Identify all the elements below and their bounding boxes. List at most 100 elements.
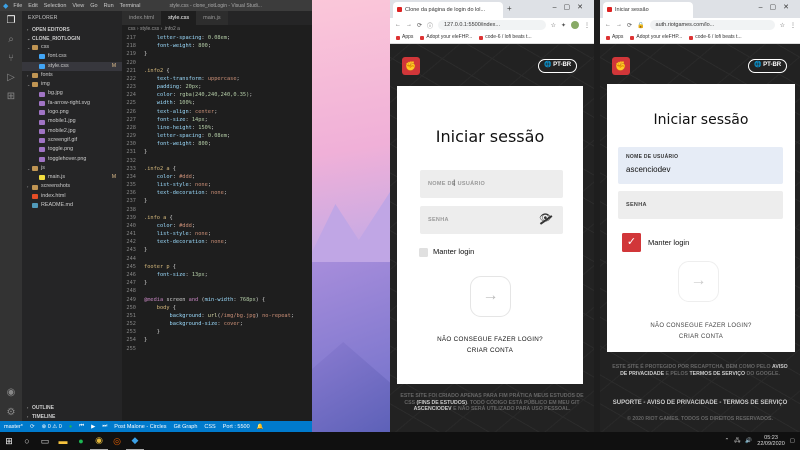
menu-icon[interactable]: ⋮ [584, 22, 594, 29]
back-icon[interactable]: ← [395, 22, 401, 28]
bookmark-item[interactable]: code-6 / lofi beats t... [479, 32, 532, 43]
notifications-icon[interactable]: 🔔 [257, 424, 264, 430]
menu-file[interactable]: File [13, 3, 22, 9]
git-branch[interactable]: master* [4, 424, 23, 430]
language-button[interactable]: 🌐 PT-BR [748, 59, 788, 73]
outline-section[interactable]: › OUTLINE [22, 403, 122, 412]
create-account-link[interactable]: CRIAR CONTA [397, 347, 583, 354]
bookmark-item[interactable]: Apps [606, 32, 623, 43]
menu-terminal[interactable]: Terminal [120, 3, 141, 9]
create-account-link[interactable]: CRIAR CONTA [607, 334, 795, 340]
search-icon[interactable]: ⌕ [0, 30, 22, 49]
tree-item[interactable]: › screenshots [22, 182, 122, 191]
tree-item[interactable]: ⌄ css [22, 43, 122, 52]
next-track-icon[interactable]: ⏭ [102, 423, 107, 430]
tree-item[interactable]: fa-arrow-right.svg [22, 99, 122, 108]
menu-selection[interactable]: Selection [44, 3, 67, 9]
firefox-icon[interactable]: ◎ [108, 432, 126, 450]
bookmark-item[interactable]: code-6 / lofi beats t... [689, 32, 742, 43]
tree-item[interactable]: › fonts [22, 71, 122, 80]
submit-button[interactable]: → [678, 261, 719, 302]
timeline-section[interactable]: › TIMELINE [22, 412, 122, 421]
code-area[interactable]: 217 letter-spacing: 0.08em; 218 font-weig… [122, 34, 312, 353]
username-input[interactable]: NOME DE USUÁRIO [420, 170, 563, 198]
tree-item[interactable]: font.css [22, 52, 122, 61]
language-mode[interactable]: CSS [204, 424, 215, 430]
tray-chevron-icon[interactable]: ⌃ [725, 438, 730, 444]
menu-edit[interactable]: Edit [28, 3, 37, 9]
source-control-icon[interactable]: ⑂ [0, 49, 22, 68]
editor-tab[interactable]: index.html [122, 11, 162, 25]
explorer-icon[interactable]: ❐ [0, 11, 22, 30]
tree-item[interactable]: README.md [22, 201, 122, 210]
bookmark-item[interactable]: Apps [396, 32, 413, 43]
language-button[interactable]: 🌐 PT-BR [538, 59, 578, 73]
remember-checkbox[interactable] [419, 248, 428, 257]
debug-icon[interactable]: ▷ [0, 68, 22, 87]
network-icon[interactable]: 🖧 [734, 437, 740, 446]
new-tab-icon[interactable]: + [507, 4, 512, 13]
volume-icon[interactable]: 🔊 [745, 438, 752, 444]
editor-tab[interactable]: main.js [196, 11, 228, 25]
prev-track-icon[interactable]: ⏮ [79, 423, 84, 430]
file-explorer-icon[interactable]: ▬ [54, 432, 72, 450]
settings-gear-icon[interactable]: ⚙ [0, 403, 22, 422]
tree-item[interactable]: index.html [22, 192, 122, 201]
tree-item[interactable]: toggle.png [22, 145, 122, 154]
profile-avatar[interactable] [571, 21, 579, 29]
menu-run[interactable]: Run [104, 3, 114, 9]
vscode-icon[interactable]: ◆ [126, 432, 144, 450]
menu-icon[interactable]: ⋮ [790, 22, 800, 29]
url-input[interactable]: 127.0.0.1:5500/index... [438, 20, 546, 30]
forgot-login-link[interactable]: NÃO CONSEGUE FAZER LOGIN? [607, 323, 795, 329]
tree-item[interactable]: style.css M [22, 61, 122, 71]
window-controls[interactable]: –▢✕ [759, 3, 796, 11]
tree-item[interactable]: ⌄ js [22, 164, 122, 173]
star-icon[interactable]: ☆ [780, 22, 785, 29]
spotify-icon[interactable]: ● [69, 424, 72, 430]
tree-item[interactable]: ⌄ img [22, 80, 122, 89]
spotify-icon[interactable]: ● [72, 432, 90, 450]
tree-item[interactable]: mobile1.jpg [22, 117, 122, 126]
notification-center-icon[interactable]: ▢ [790, 438, 795, 444]
tree-item[interactable]: mobile2.jpg [22, 127, 122, 136]
riot-logo-icon[interactable]: ✊ [612, 57, 630, 75]
forward-icon[interactable]: → [406, 22, 412, 28]
open-editors-section[interactable]: › OPEN EDITORS [22, 25, 122, 34]
footer-links[interactable]: SUPORTE - AVISO DE PRIVACIDADE - TERMOS … [600, 400, 800, 407]
menu-view[interactable]: View [72, 3, 84, 9]
error-count[interactable]: ⊗ 0 ⚠ 0 [42, 424, 62, 430]
extensions-icon[interactable]: ⊞ [0, 87, 22, 106]
bookmark-item[interactable]: Adopt your eleFHP... [420, 32, 472, 43]
url-input[interactable]: auth.riotgames.com/lo... [649, 20, 775, 30]
reload-icon[interactable]: ⟳ [627, 22, 632, 29]
chrome-icon[interactable]: ◉ [90, 432, 108, 450]
browser-tab[interactable]: Clone da página de login do lol... [393, 2, 503, 18]
forgot-login-link[interactable]: NÃO CONSEGUE FAZER LOGIN? [397, 336, 583, 343]
submit-button[interactable]: → [470, 276, 511, 317]
window-controls[interactable]: –▢✕ [553, 3, 590, 11]
tree-item[interactable]: bg.jpg [22, 89, 122, 98]
bookmark-item[interactable]: Adopt your eleFHP... [630, 32, 682, 43]
code-editor[interactable]: index.html style.css main.js css › style.c… [122, 11, 312, 421]
terms-link[interactable]: TERMOS DE SERVIÇO [689, 371, 745, 377]
git-graph[interactable]: Git Graph [174, 424, 198, 430]
riot-logo-icon[interactable]: ✊ [402, 57, 420, 75]
play-icon[interactable]: ▶ [91, 424, 95, 430]
reload-icon[interactable]: ⟳ [417, 22, 422, 29]
task-view-icon[interactable]: ▭ [36, 432, 54, 450]
tree-item[interactable]: togglehover.png [22, 155, 122, 164]
search-icon[interactable]: ○ [18, 432, 36, 450]
tree-item[interactable]: main.js M [22, 173, 122, 182]
sync-icon[interactable]: ⟳ [30, 424, 35, 430]
star-icon[interactable]: ☆ [551, 22, 556, 29]
tree-item[interactable]: logo.png [22, 108, 122, 117]
editor-tab[interactable]: style.css [161, 11, 197, 25]
clock[interactable]: 05:23 22/09/2020 [757, 435, 785, 447]
now-playing[interactable]: Post Malone - Circles [114, 424, 166, 430]
extensions-puzzle-icon[interactable]: ✦ [561, 22, 566, 29]
tree-item[interactable]: screengif.gif [22, 136, 122, 145]
menu-go[interactable]: Go [90, 3, 97, 9]
project-section[interactable]: ⌄ CLONE_RIOTLOGIN [22, 34, 122, 43]
password-input[interactable]: SENHA [618, 191, 783, 219]
